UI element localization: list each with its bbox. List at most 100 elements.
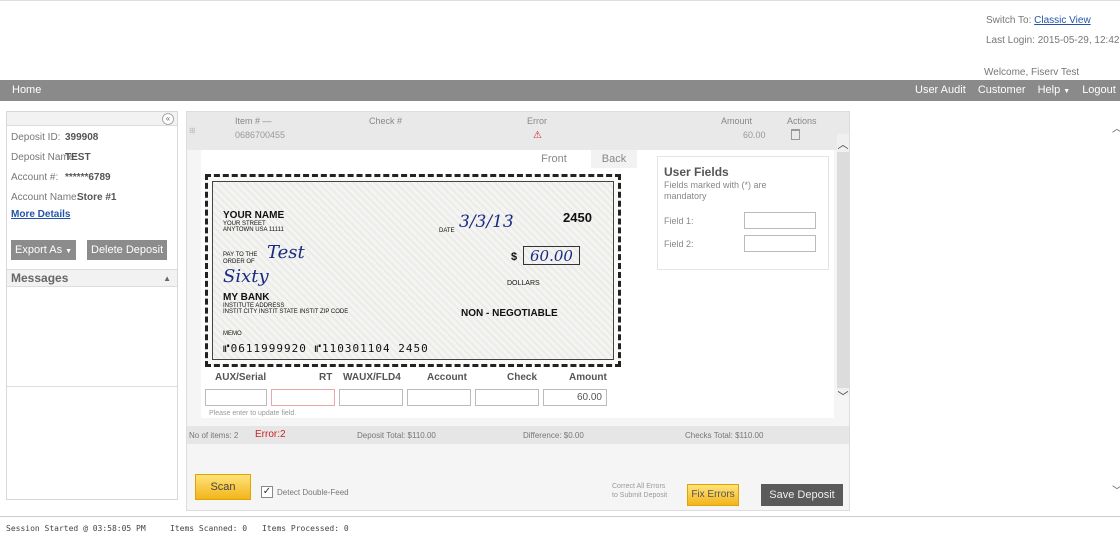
nav-logout[interactable]: Logout	[1082, 84, 1116, 96]
top-header: Switch To: Classic View Last Login: 2015…	[0, 0, 1120, 80]
account-name-value: Store #1	[77, 192, 117, 203]
scrollbar-thumb[interactable]	[837, 152, 849, 388]
scan-button[interactable]: Scan	[195, 474, 251, 500]
export-as-label: Export As	[15, 244, 63, 256]
tab-front[interactable]: Front	[532, 150, 576, 168]
col-amount-header: Amount	[721, 116, 753, 126]
delete-deposit-button[interactable]: Delete Deposit	[87, 240, 168, 260]
deposit-id-value: 399908	[65, 132, 99, 143]
user-fields-note: Fields marked with (*) are mandatory	[664, 180, 767, 201]
dollar-sign: $	[511, 251, 518, 263]
deposit-name-row: Deposit Name: TEST	[7, 146, 177, 166]
item-header-row[interactable]: ⊞ Item # — Check # Error Amount Actions …	[187, 112, 849, 150]
account-number-value: ******6789	[65, 172, 111, 183]
collapse-up-icon[interactable]: ▲	[163, 270, 171, 287]
date-value: 3/3/13	[459, 212, 514, 232]
correct-errors-note: Correct All Errors to Submit Deposit	[612, 482, 667, 500]
pay-to-label: PAY TO THE ORDER OF	[223, 252, 258, 265]
account-input[interactable]	[407, 389, 471, 406]
collapse-panel-icon[interactable]: «	[162, 113, 174, 125]
bank-city: INSTIT CITY INSTIT STATE INSTIT ZIP CODE	[223, 309, 349, 315]
nav-home[interactable]: Home	[12, 84, 41, 96]
chevron-down-icon[interactable]: ﹀	[837, 388, 849, 404]
nav-customer[interactable]: Customer	[978, 84, 1026, 96]
classic-view-link[interactable]: Classic View	[1034, 15, 1091, 26]
nav-items: User Audit Customer Help ▼ Logout	[915, 84, 1120, 96]
item-number-value: 0686700455	[235, 130, 286, 140]
nav-user-audit[interactable]: User Audit	[915, 84, 966, 96]
col-item-header: Item # —	[235, 116, 272, 126]
payer-name: YOUR NAME	[223, 210, 285, 221]
detect-double-feed-checkbox[interactable]: ✓	[261, 486, 273, 498]
aux-serial-input[interactable]	[205, 389, 267, 406]
right-empty-area	[860, 111, 1120, 511]
header-info: Switch To: Classic View Last Login: 2015…	[986, 11, 1119, 51]
check-item-panel: ⊞ Item # — Check # Error Amount Actions …	[186, 111, 850, 511]
last-login: Last Login: 2015-05-29, 12:42	[986, 35, 1120, 46]
account-number-row: Account #: ******6789	[7, 166, 177, 186]
trash-icon[interactable]	[791, 129, 800, 140]
correct-note-line2: to Submit Deposit	[612, 492, 668, 499]
save-deposit-button[interactable]: Save Deposit	[761, 484, 843, 506]
field1-input[interactable]	[744, 212, 816, 229]
items-processed: Items Processed: 0	[262, 524, 349, 533]
panel-toolbar: «	[7, 112, 177, 126]
nav-bar: Home User Audit Customer Help ▼ Logout	[0, 80, 1120, 101]
micr-header-account: Account	[427, 372, 467, 383]
field1-label: Field 1:	[664, 216, 694, 226]
chevron-up-icon[interactable]: ︿	[1112, 120, 1120, 135]
field-hint: Please enter to update field.	[209, 410, 297, 417]
nav-help-label: Help	[1037, 84, 1061, 96]
checks-total: Checks Total: $110.00	[685, 431, 764, 440]
check-input[interactable]	[475, 389, 539, 406]
chevron-down-icon: ▼	[1063, 88, 1071, 95]
bank-name: MY BANK	[223, 292, 270, 303]
error-count[interactable]: Error:2	[255, 429, 286, 440]
deposit-id-row: Deposit ID: 399908	[7, 126, 177, 146]
check-image: YOUR NAME YOUR STREET ANYTOWN USA 11111 …	[205, 174, 621, 367]
user-fields-title: User Fields	[664, 165, 729, 179]
field2-label: Field 2:	[664, 239, 694, 249]
items-scanned: Items Scanned: 0	[170, 524, 248, 533]
amount-words-handwritten: Sixty	[223, 266, 269, 287]
chevron-down-icon[interactable]: ﹀	[1112, 482, 1120, 497]
row-expand-icon[interactable]: ⊞	[189, 126, 197, 136]
date-label: DATE	[439, 228, 455, 234]
account-number-label: Account #:	[11, 172, 59, 183]
check-image-inner: YOUR NAME YOUR STREET ANYTOWN USA 11111 …	[212, 181, 614, 360]
switch-to-label: Switch To:	[986, 15, 1032, 26]
fix-errors-button[interactable]: Fix Errors	[687, 484, 739, 506]
non-negotiable-text: NON - NEGOTIABLE	[461, 308, 558, 319]
micr-header-check: Check	[507, 372, 538, 383]
welcome-text: Welcome, Fiserv Test	[984, 67, 1080, 78]
payee-handwritten: Test	[267, 242, 305, 263]
account-name-row: Account Name: Store #1	[7, 186, 177, 206]
messages-title: Messages	[11, 271, 69, 285]
amount-input[interactable]: 60.00	[543, 389, 607, 406]
field2-input[interactable]	[744, 235, 816, 252]
nav-help[interactable]: Help ▼	[1038, 84, 1071, 96]
export-as-button[interactable]: Export As ▼	[11, 240, 77, 260]
messages-header[interactable]: Messages ▲	[7, 269, 177, 287]
tab-back[interactable]: Back	[591, 150, 637, 168]
waux-input[interactable]	[339, 389, 403, 406]
warning-triangle-icon[interactable]: ⚠	[533, 130, 542, 141]
micr-header-rt: RT	[319, 372, 333, 383]
amount-box-handwritten: 60.00	[523, 246, 580, 265]
deposit-id-label: Deposit ID:	[11, 132, 61, 143]
detect-double-feed-label: Detect Double-Feed	[277, 488, 349, 497]
status-bar: Session Started @ 03:58:05 PM Items Scan…	[0, 516, 1120, 539]
rt-input[interactable]	[271, 389, 335, 406]
deposit-total: Deposit Total: $110.00	[357, 431, 436, 440]
micr-header-amount: Amount	[569, 372, 607, 383]
chevron-down-icon: ▼	[65, 248, 73, 255]
dollars-label: DOLLARS	[507, 280, 540, 287]
divider	[7, 386, 177, 387]
more-details-link[interactable]: More Details	[11, 209, 70, 220]
summary-bar: No of items: 2 Error:2 Deposit Total: $1…	[187, 426, 849, 444]
items-count: No of items: 2	[189, 431, 239, 440]
chevron-up-icon[interactable]: ︿	[837, 136, 849, 152]
col-check-header: Check #	[369, 116, 403, 126]
micr-line: ⑈0611999920 ⑈110301104 2450	[223, 342, 429, 355]
payer-city: ANYTOWN USA 11111	[223, 227, 284, 233]
